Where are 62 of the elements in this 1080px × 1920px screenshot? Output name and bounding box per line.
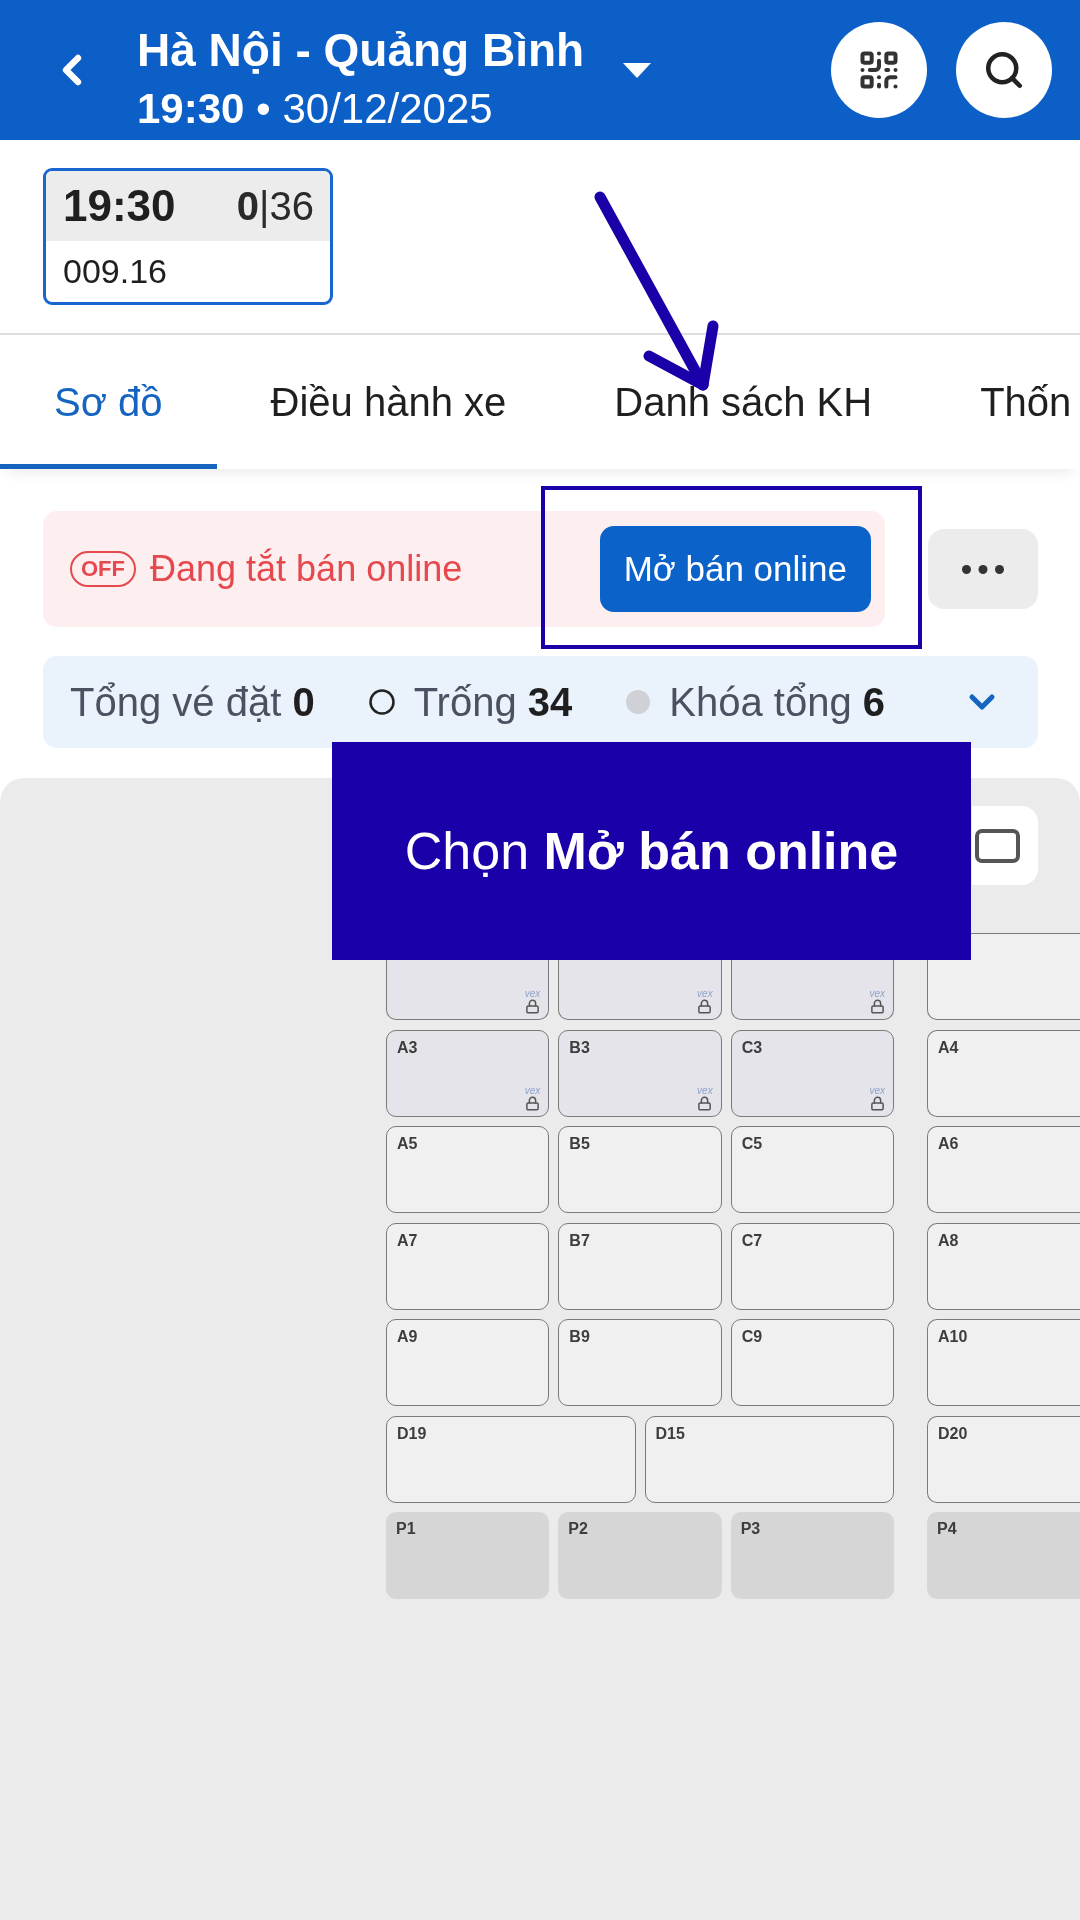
seat-tag: vex — [697, 989, 713, 999]
lock-icon — [525, 1095, 541, 1111]
search-icon — [983, 49, 1025, 91]
seat[interactable]: C3 vex — [730, 1029, 894, 1117]
lock-icon — [869, 1095, 885, 1111]
summary-text: Trống 34 — [413, 679, 573, 725]
status-text: Đang tắt bán online — [150, 548, 463, 590]
seat-count: 0|36 — [236, 183, 314, 229]
more-button[interactable] — [928, 529, 1038, 609]
seat[interactable]: A9 — [386, 1319, 550, 1406]
seat[interactable]: C7 — [730, 1222, 894, 1310]
seat-tag: vex — [869, 989, 885, 999]
lock-icon — [697, 1095, 713, 1111]
lock-icon — [869, 999, 885, 1014]
seat[interactable]: D20 — [927, 1415, 1080, 1503]
lock-icon — [697, 999, 713, 1014]
ring-icon — [368, 689, 395, 715]
qr-code-icon — [857, 48, 901, 92]
tab[interactable]: Sơ đồ — [0, 335, 217, 469]
summary-text: Khóa tổng 6 — [669, 679, 885, 725]
trip-time: 19:30 — [63, 181, 176, 231]
seat[interactable]: C9 — [730, 1319, 894, 1406]
seat[interactable] — [927, 933, 1080, 1020]
seat[interactable]: A4 — [927, 1029, 1080, 1117]
lock-icon — [525, 999, 541, 1014]
summary-text: Tổng vé đặt 0 — [70, 679, 315, 725]
seat[interactable]: C5 — [730, 1126, 894, 1213]
seat[interactable]: D19 — [386, 1415, 636, 1503]
seat[interactable]: P3 — [730, 1512, 894, 1599]
seat[interactable]: A8 — [927, 1222, 1080, 1310]
instruction-callout: Chọn Mở bán online — [332, 742, 971, 960]
tab[interactable]: Điều hành xe — [216, 335, 561, 469]
seat[interactable]: B3 vex — [558, 1029, 722, 1117]
trip-datetime: 19:30 • 30/12/2025 — [137, 86, 494, 132]
seat[interactable]: P2 — [558, 1512, 722, 1599]
tab[interactable]: Danh sách KH — [560, 335, 927, 469]
seat-tag: vex — [524, 1085, 541, 1096]
seat-tag: vex — [524, 989, 541, 999]
tab[interactable]: Thốn — [926, 335, 1080, 469]
seat[interactable]: P1 — [386, 1512, 550, 1599]
more-icon — [962, 564, 1004, 574]
trip-card[interactable]: 19:30 0|36 009.16 — [43, 168, 333, 305]
seat-tag: vex — [869, 1085, 885, 1096]
seat[interactable]: A3 vex — [386, 1029, 550, 1117]
rectangle-icon — [975, 828, 1020, 863]
caret-icon[interactable] — [623, 62, 651, 78]
seat[interactable]: A5 — [386, 1126, 550, 1213]
trip-code: 009.16 — [63, 252, 167, 291]
seat[interactable]: A7 — [386, 1222, 550, 1310]
seat[interactable]: A10 — [927, 1319, 1080, 1406]
seat-tag: vex — [697, 1085, 713, 1096]
seat[interactable]: P4 — [927, 1512, 1080, 1599]
seat[interactable]: B5 — [558, 1126, 722, 1213]
status-badge: OFF — [70, 551, 136, 587]
dot-icon — [626, 690, 651, 714]
seat[interactable]: D15 — [644, 1415, 894, 1503]
open-online-sale-button[interactable]: Mở bán online — [599, 526, 871, 612]
seat[interactable]: B9 — [558, 1319, 722, 1406]
route-title: Hà Nội - Quảng Bình — [137, 24, 586, 76]
seat[interactable]: B7 — [558, 1222, 722, 1310]
map-view-button[interactable] — [972, 806, 1038, 885]
seat[interactable]: A6 — [927, 1126, 1080, 1213]
